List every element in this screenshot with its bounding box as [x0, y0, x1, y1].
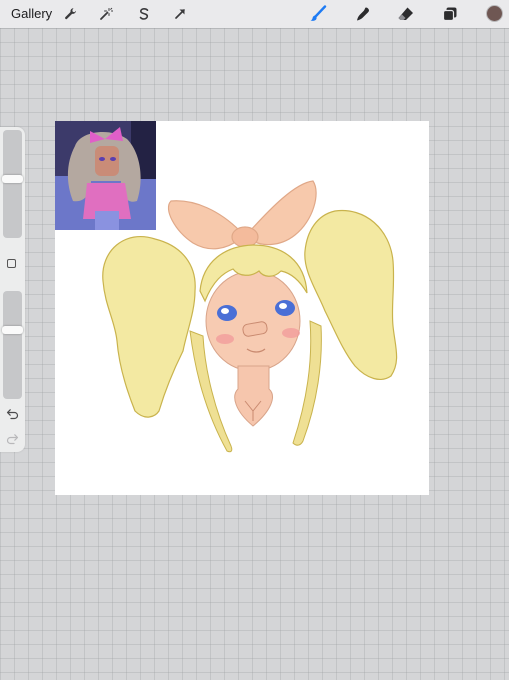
color-picker-button[interactable]	[486, 5, 503, 22]
undo-arrow-icon[interactable]	[6, 407, 19, 420]
brush-size-thumb[interactable]	[2, 175, 23, 183]
hair-bow	[167, 180, 317, 250]
reference-photo[interactable]	[55, 121, 156, 230]
face	[205, 270, 301, 372]
reference-image	[55, 121, 156, 230]
top-toolbar: Gallery	[0, 0, 509, 28]
magic-wand-icon[interactable]	[96, 4, 116, 24]
neck	[234, 365, 273, 427]
left-sidebar	[0, 127, 25, 452]
opacity-slider[interactable]	[2, 291, 23, 399]
modify-button[interactable]	[7, 259, 16, 268]
selection-icon[interactable]	[134, 4, 154, 24]
layers-icon[interactable]	[440, 4, 460, 24]
redo-arrow-icon[interactable]	[6, 432, 19, 445]
wrench-icon[interactable]	[61, 4, 81, 24]
smudge-icon[interactable]	[353, 4, 373, 24]
brush-icon[interactable]	[308, 4, 328, 24]
transform-arrow-icon[interactable]	[170, 4, 190, 24]
brush-size-slider[interactable]	[2, 130, 23, 238]
opacity-thumb[interactable]	[2, 326, 23, 334]
left-pigtail	[102, 236, 196, 418]
eraser-icon[interactable]	[396, 4, 416, 24]
gallery-button[interactable]: Gallery	[11, 6, 52, 21]
